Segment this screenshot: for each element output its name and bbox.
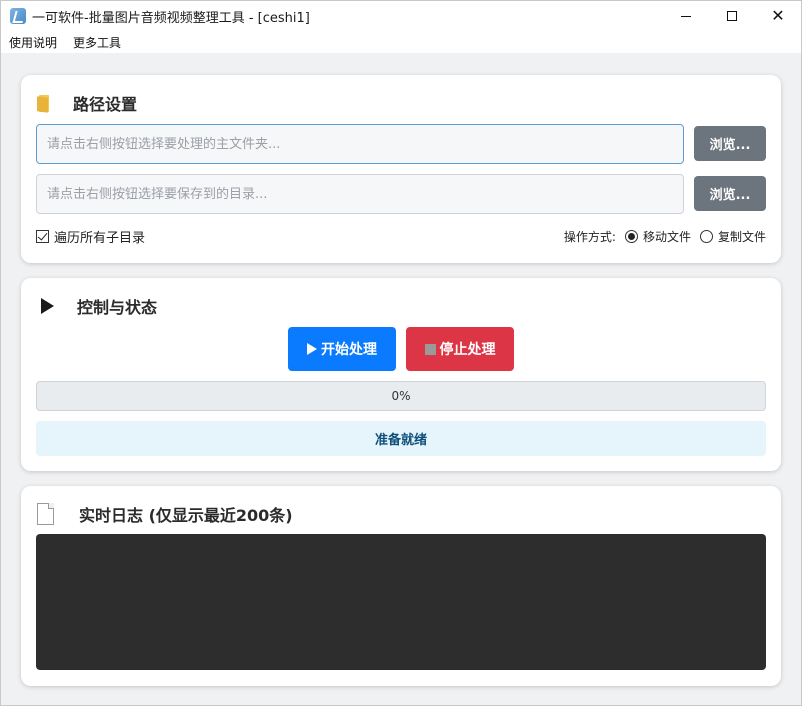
close-icon: ✕ xyxy=(771,6,785,25)
browse-target-button[interactable]: 浏览... xyxy=(694,176,766,211)
menu-item-help[interactable]: 使用说明 xyxy=(1,34,65,51)
menu-item-more-tools[interactable]: 更多工具 xyxy=(65,34,129,51)
path-settings-header: 路径设置 xyxy=(37,91,137,115)
path-settings-title: 路径设置 xyxy=(73,95,138,114)
move-files-label[interactable]: 移动文件 xyxy=(643,228,691,245)
options-row: 遍历所有子目录 操作方式: 移动文件 复制文件 xyxy=(36,227,766,246)
play-icon xyxy=(307,343,317,355)
window-controls: ✕ xyxy=(663,1,801,31)
log-title: 实时日志 (仅显示最近200条) xyxy=(79,506,293,525)
folder-icon xyxy=(37,94,51,113)
move-files-radio[interactable] xyxy=(624,229,638,243)
stop-button-label: 停止处理 xyxy=(439,342,496,358)
app-icon xyxy=(10,8,26,24)
status-message: 准备就绪 xyxy=(36,421,766,456)
log-card: 实时日志 (仅显示最近200条) xyxy=(21,486,781,686)
minimize-icon xyxy=(681,15,691,17)
target-folder-input[interactable] xyxy=(36,174,684,214)
log-header: 实时日志 (仅显示最近200条) xyxy=(37,502,293,526)
path-settings-card: 路径设置 浏览... 浏览... 遍历所有子目录 操作方式: 移动文件 复制文件 xyxy=(21,75,781,263)
minimize-button[interactable] xyxy=(663,1,709,31)
close-button[interactable]: ✕ xyxy=(755,1,801,31)
log-output[interactable] xyxy=(36,534,766,670)
copy-files-label[interactable]: 复制文件 xyxy=(718,228,766,245)
start-button[interactable]: 开始处理 xyxy=(288,327,396,371)
progress-bar: 0% xyxy=(36,381,766,411)
operation-mode-label: 操作方式: xyxy=(563,229,616,244)
stop-button[interactable]: 停止处理 xyxy=(406,327,514,371)
document-icon xyxy=(37,503,54,525)
main-content: 路径设置 浏览... 浏览... 遍历所有子目录 操作方式: 移动文件 复制文件 xyxy=(1,53,801,705)
control-status-header: 控制与状态 xyxy=(37,294,157,318)
control-status-title: 控制与状态 xyxy=(77,298,158,317)
play-icon xyxy=(41,298,54,314)
copy-files-radio[interactable] xyxy=(699,229,713,243)
start-button-label: 开始处理 xyxy=(321,342,377,358)
source-folder-input[interactable] xyxy=(36,124,684,164)
maximize-button[interactable] xyxy=(709,1,755,31)
recursive-checkbox-label[interactable]: 遍历所有子目录 xyxy=(54,227,145,246)
menu-bar: 使用说明 更多工具 xyxy=(1,31,801,53)
app-window: 一可软件-批量图片音频视频整理工具 - [ceshi1] ✕ 使用说明 更多工具… xyxy=(0,0,802,706)
control-status-card: 控制与状态 开始处理 停止处理 0% 准备就绪 xyxy=(21,278,781,471)
window-title: 一可软件-批量图片音频视频整理工具 - [ceshi1] xyxy=(32,10,310,26)
title-bar: 一可软件-批量图片音频视频整理工具 - [ceshi1] ✕ xyxy=(1,1,801,31)
recursive-checkbox[interactable] xyxy=(36,229,49,243)
maximize-icon xyxy=(727,11,737,21)
progress-text: 0% xyxy=(391,389,411,403)
stop-icon xyxy=(424,343,436,355)
browse-source-button[interactable]: 浏览... xyxy=(694,126,766,161)
operation-mode-group: 操作方式: 移动文件 复制文件 xyxy=(564,228,766,245)
